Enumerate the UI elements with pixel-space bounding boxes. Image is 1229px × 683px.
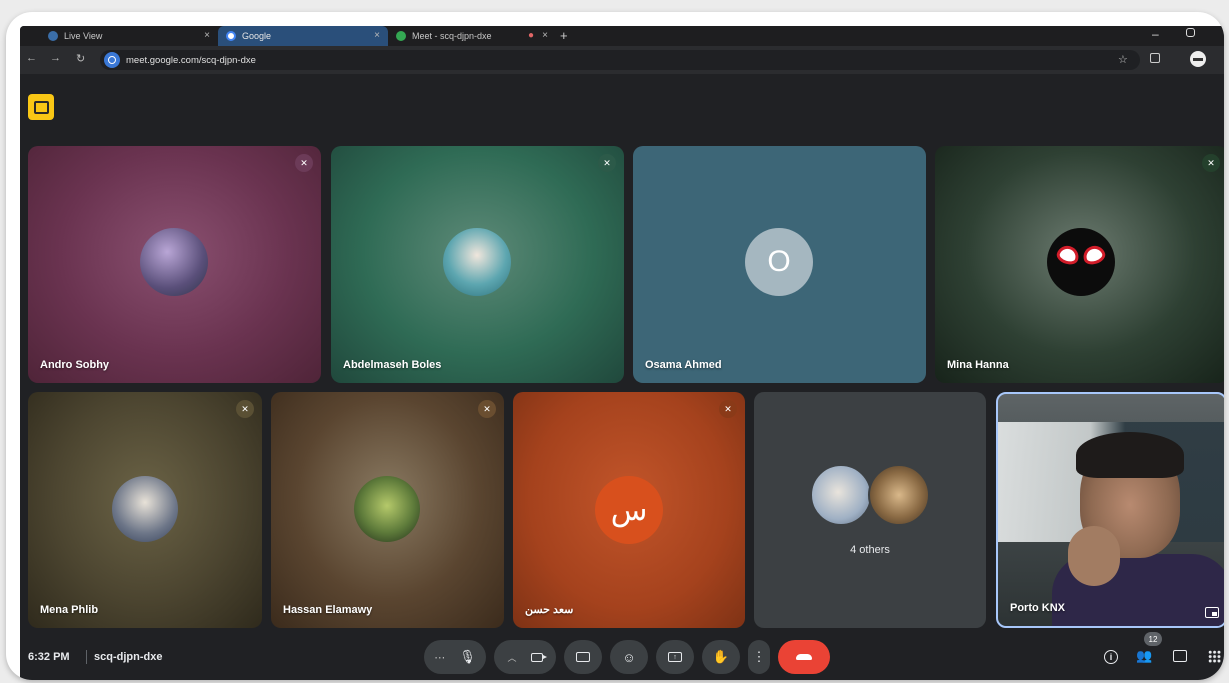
extensions-icon[interactable] bbox=[1150, 53, 1160, 63]
participant-tile[interactable]: ✕ Andro Sobhy bbox=[28, 146, 321, 383]
avatar bbox=[868, 464, 930, 526]
more-icon[interactable]: ⋯ bbox=[434, 651, 445, 664]
activities-icon[interactable] bbox=[1208, 650, 1221, 663]
participant-count-badge: 12 bbox=[1144, 632, 1162, 646]
google-icon bbox=[226, 31, 236, 41]
close-icon[interactable]: × bbox=[542, 30, 548, 41]
back-icon[interactable]: ← bbox=[26, 52, 37, 64]
forward-icon[interactable]: → bbox=[50, 52, 61, 64]
tab-title: Meet - scq-djpn-dxe bbox=[412, 31, 492, 41]
self-view-tile[interactable]: Porto KNX bbox=[996, 392, 1224, 628]
participant-tile[interactable]: ✕ Hassan Elamawy bbox=[271, 392, 504, 628]
microphone-icon: 🎙 bbox=[459, 649, 476, 664]
participant-tile[interactable]: O Osama Ahmed bbox=[633, 146, 926, 383]
present-button[interactable]: ↑ bbox=[656, 640, 694, 674]
address-bar[interactable]: meet.google.com/scq-djpn-dxe bbox=[100, 50, 1140, 70]
people-icon[interactable]: 👥 bbox=[1136, 648, 1156, 668]
avatar bbox=[443, 228, 511, 296]
participant-tile[interactable]: ✕ Abdelmaseh Boles bbox=[331, 146, 624, 383]
mic-off-icon: ✕ bbox=[295, 154, 313, 172]
shield-icon bbox=[48, 31, 58, 41]
bookmark-star-icon[interactable]: ☆ bbox=[1118, 53, 1128, 66]
others-tile[interactable]: 4 others bbox=[754, 392, 986, 628]
mic-off-icon: ✕ bbox=[719, 400, 737, 418]
captions-button[interactable] bbox=[564, 640, 602, 674]
participant-name: Abdelmaseh Boles bbox=[343, 359, 442, 371]
reload-icon[interactable]: ↻ bbox=[76, 52, 85, 65]
minimize-icon[interactable]: – bbox=[1152, 27, 1159, 41]
recording-dot-icon: ● bbox=[527, 30, 534, 41]
address-bar-row: ← → ↻ meet.google.com/scq-djpn-dxe ☆ ⋮ bbox=[20, 46, 1224, 74]
tab-title: Live View bbox=[64, 31, 103, 41]
plus-icon[interactable]: + bbox=[560, 28, 568, 43]
more-options-button[interactable]: ⋮ bbox=[748, 640, 770, 674]
participant-name: سعد حسن bbox=[525, 604, 574, 616]
others-label: 4 others bbox=[850, 544, 890, 556]
meeting-time: 6:32 PM bbox=[28, 651, 70, 663]
picture-in-picture-icon[interactable] bbox=[1205, 607, 1219, 618]
avatar bbox=[140, 228, 208, 296]
divider bbox=[86, 650, 87, 664]
tab-google[interactable]: Google × bbox=[218, 26, 388, 46]
present-icon: ↑ bbox=[668, 652, 682, 662]
phone-hangup-icon bbox=[796, 654, 812, 660]
browser-menu-icon[interactable]: ⋮ bbox=[1220, 52, 1224, 65]
avatar-initial: س bbox=[595, 476, 663, 544]
tab-title: Google bbox=[242, 31, 272, 41]
hand-icon: ✋ bbox=[712, 649, 730, 664]
tab-strip: Live View × Google × Meet - scq-djpn-dxe… bbox=[20, 26, 1224, 46]
tab-live-view[interactable]: Live View × bbox=[40, 26, 218, 46]
microphone-button[interactable]: ⋯ 🎙 bbox=[424, 640, 486, 674]
profile-icon[interactable] bbox=[1190, 51, 1206, 67]
mic-off-icon: ✕ bbox=[598, 154, 616, 172]
leave-call-button[interactable] bbox=[778, 640, 830, 674]
avatar bbox=[1047, 228, 1115, 296]
avatar bbox=[810, 464, 872, 526]
url-text: meet.google.com/scq-djpn-dxe bbox=[126, 54, 256, 66]
device-frame: Live View × Google × Meet - scq-djpn-dxe… bbox=[6, 12, 1224, 680]
participant-name: Porto KNX bbox=[1010, 602, 1065, 614]
meet-icon bbox=[396, 31, 406, 41]
avatar bbox=[354, 476, 420, 542]
info-icon[interactable]: i bbox=[1104, 650, 1118, 664]
participant-name: Mina Hanna bbox=[947, 359, 1009, 371]
participant-name: Osama Ahmed bbox=[645, 359, 722, 371]
participant-name: Hassan Elamawy bbox=[283, 604, 373, 616]
camera-button[interactable]: ︿ bbox=[494, 640, 556, 674]
avatar bbox=[112, 476, 178, 542]
mask-eye-left bbox=[1054, 243, 1082, 267]
chat-icon[interactable] bbox=[1173, 650, 1187, 662]
participant-name: Andro Sobhy bbox=[40, 359, 110, 371]
close-icon[interactable]: × bbox=[374, 30, 380, 41]
participant-tile[interactable]: ✕ Mena Phlib bbox=[28, 392, 262, 628]
meeting-code: scq-djpn-dxe bbox=[94, 651, 163, 663]
recording-icon[interactable] bbox=[28, 94, 54, 120]
emoji-button[interactable]: ☺ bbox=[610, 640, 648, 674]
emoji-icon: ☺ bbox=[622, 649, 636, 665]
avatar-initial: O bbox=[745, 228, 813, 296]
more-vert-icon: ⋮ bbox=[752, 649, 766, 664]
mic-off-icon: ✕ bbox=[478, 400, 496, 418]
screen: Live View × Google × Meet - scq-djpn-dxe… bbox=[20, 26, 1224, 680]
video-person-hand bbox=[1068, 526, 1120, 586]
raise-hand-button[interactable]: ✋ bbox=[702, 640, 740, 674]
captions-icon bbox=[576, 652, 590, 662]
video-person-hair bbox=[1076, 432, 1184, 478]
mic-off-icon: ✕ bbox=[236, 400, 254, 418]
mask-eye-right bbox=[1080, 243, 1108, 267]
participant-tile[interactable]: س ✕ سعد حسن bbox=[513, 392, 745, 628]
restore-icon[interactable] bbox=[1186, 28, 1195, 37]
mic-off-icon: ✕ bbox=[1202, 154, 1220, 172]
tab-meet[interactable]: Meet - scq-djpn-dxe ● × bbox=[388, 26, 556, 46]
participant-name: Mena Phlib bbox=[40, 604, 99, 616]
camera-icon bbox=[530, 652, 547, 662]
site-info-icon[interactable] bbox=[104, 52, 120, 68]
participant-tile[interactable]: ✕ Mina Hanna bbox=[935, 146, 1224, 383]
chevron-up-icon[interactable]: ︿ bbox=[507, 651, 516, 664]
close-icon[interactable]: × bbox=[204, 30, 210, 41]
meeting-controls-bar: 6:32 PM scq-djpn-dxe ⋯ 🎙 ︿ ☺ ↑ ✋ ⋮ i 👥 1… bbox=[20, 632, 1224, 680]
